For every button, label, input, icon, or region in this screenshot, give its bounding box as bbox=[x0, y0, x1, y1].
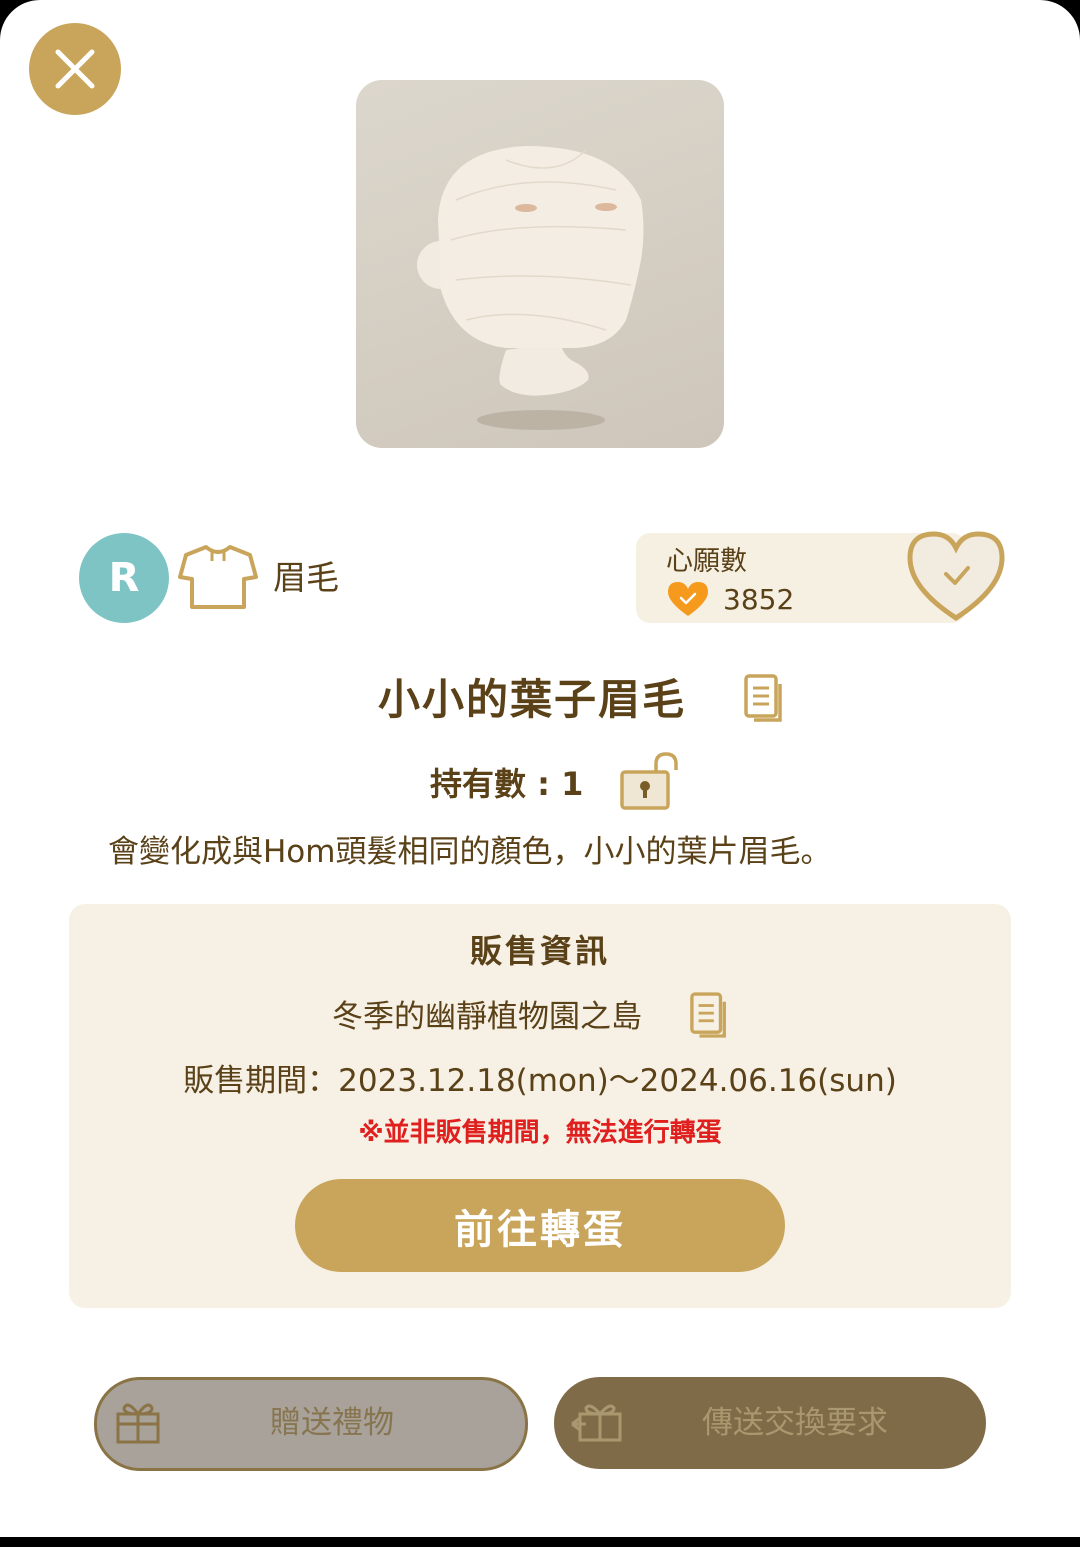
rarity-badge: R bbox=[79, 533, 169, 623]
item-preview-image bbox=[356, 80, 724, 448]
category-label: 眉毛 bbox=[273, 558, 339, 597]
go-to-gacha-button[interactable]: 前往轉蛋 bbox=[295, 1179, 785, 1272]
close-x-icon bbox=[55, 49, 95, 89]
sale-island-name: 冬季的幽靜植物園之島 bbox=[332, 999, 642, 1035]
send-trade-request-label: 傳送交換要求 bbox=[702, 1405, 888, 1441]
owned-value: 1 bbox=[561, 765, 584, 803]
send-gift-label: 贈送禮物 bbox=[270, 1405, 394, 1441]
item-detail-sheet: R 眉毛 心願數 3852 小小的葉子眉毛 持有數 : 1 會變化成與Hom頭髮… bbox=[0, 0, 1080, 1537]
owned-count: 持有數 : 1 bbox=[430, 764, 583, 804]
owned-label: 持有數 bbox=[430, 765, 527, 803]
wishlist-count: 3852 bbox=[723, 583, 795, 616]
wishlist-heart-button[interactable] bbox=[904, 528, 1008, 624]
item-description: 會變化成與Hom頭髮相同的顏色，小小的葉片眉毛。 bbox=[108, 834, 832, 870]
copy-island-icon[interactable] bbox=[690, 992, 730, 1040]
copy-name-icon[interactable] bbox=[744, 674, 786, 724]
wishlist-label: 心願數 bbox=[666, 546, 747, 577]
item-name: 小小的葉子眉毛 bbox=[378, 675, 687, 724]
heart-check-icon bbox=[668, 582, 708, 616]
close-button[interactable] bbox=[29, 23, 121, 115]
trade-gift-icon bbox=[571, 1404, 622, 1442]
sale-info-title: 販售資訊 bbox=[469, 932, 610, 970]
shirt-icon bbox=[178, 545, 258, 609]
unlock-icon[interactable] bbox=[618, 752, 682, 812]
sale-warning: ※並非販售期間，無法進行轉蛋 bbox=[358, 1118, 722, 1148]
gift-icon bbox=[116, 1403, 160, 1444]
sale-period: 販售期間：2023.12.18(mon)～2024.06.16(sun) bbox=[183, 1063, 897, 1099]
owned-separator: : bbox=[537, 765, 550, 803]
